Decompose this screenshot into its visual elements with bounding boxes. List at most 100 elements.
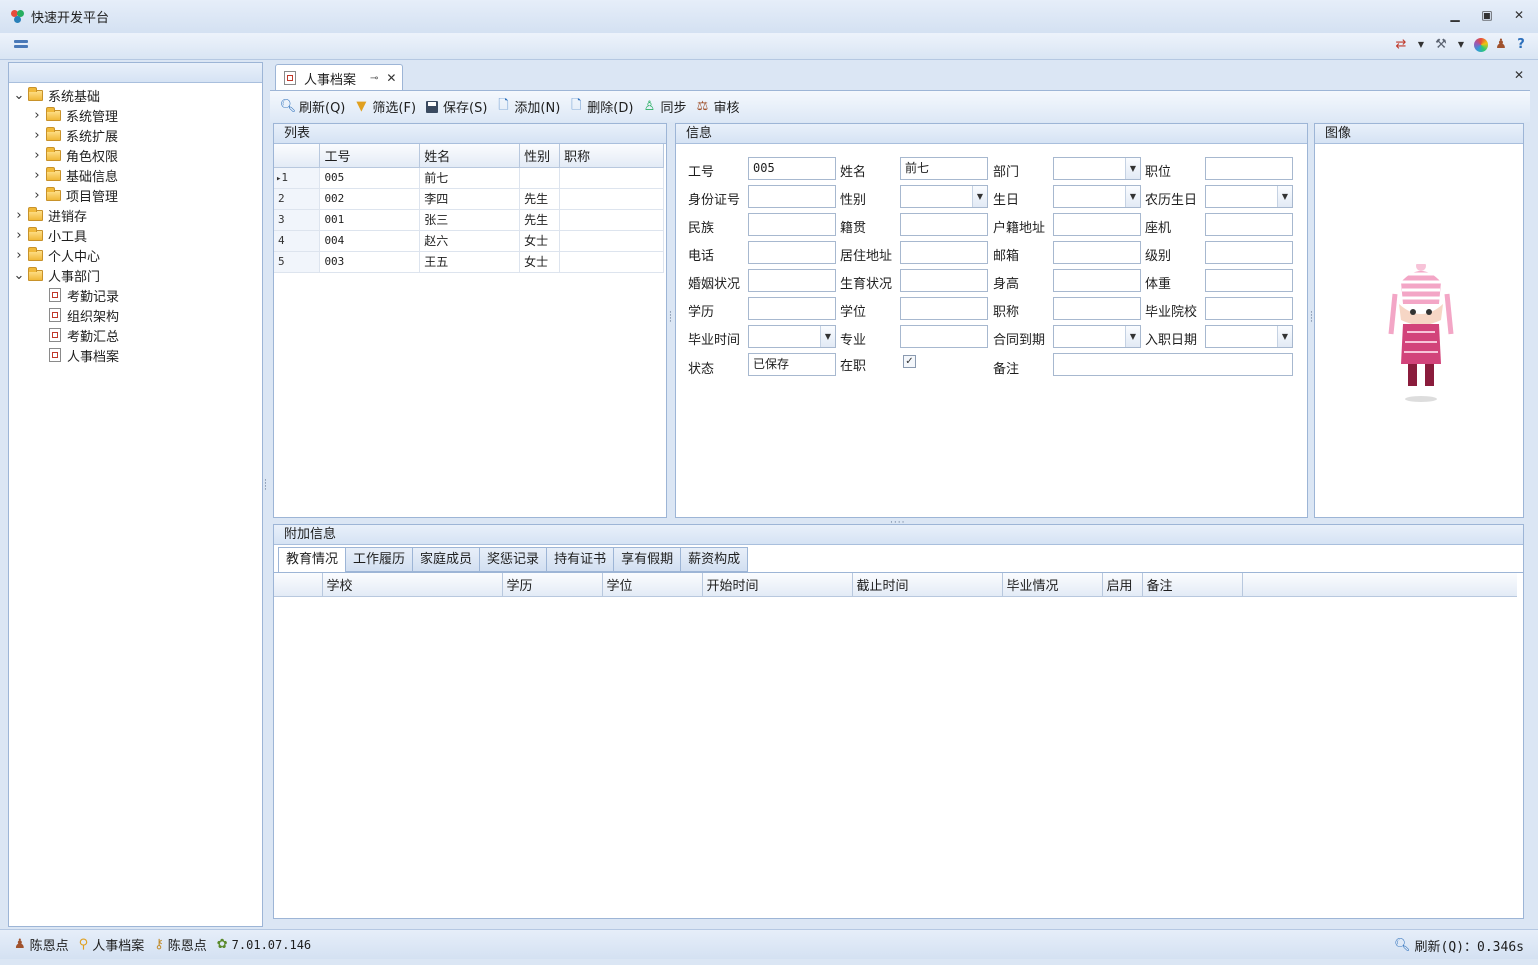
chevron-down-icon[interactable]: ▼ xyxy=(1125,158,1140,179)
list-splitter[interactable]: · · · · xyxy=(669,309,672,327)
column-header[interactable]: 姓名 xyxy=(419,144,521,168)
sidebar-item[interactable]: › 小工具 xyxy=(9,225,262,245)
grad-time-combo[interactable]: ▼ xyxy=(748,325,836,348)
cell-name[interactable]: 王五 xyxy=(419,251,521,273)
cell-gender[interactable]: 女士 xyxy=(519,251,561,273)
cell-id[interactable]: 005 xyxy=(319,167,421,189)
help-icon[interactable]: ? xyxy=(1514,37,1528,52)
tab-extra[interactable]: 工作履历 xyxy=(346,547,414,572)
marital-field[interactable] xyxy=(748,269,836,292)
info-splitter[interactable]: · · · · xyxy=(1310,309,1313,327)
position-field[interactable] xyxy=(1205,157,1293,180)
close-window-button[interactable]: ✕ xyxy=(1510,8,1528,22)
cell-gender[interactable]: 先生 xyxy=(519,188,561,210)
close-tab-icon[interactable]: ✕ xyxy=(386,71,396,85)
column-header[interactable]: 备注 xyxy=(1142,573,1243,597)
minimize-button[interactable]: ▁ xyxy=(1446,8,1464,22)
save-button[interactable]: 保存(S) xyxy=(422,95,493,119)
sidebar-item[interactable]: › 系统扩展 xyxy=(9,125,262,145)
chevron-down-icon[interactable]: ⌄ xyxy=(13,88,25,103)
sidebar-splitter[interactable]: · · · · xyxy=(264,477,267,495)
school-field[interactable] xyxy=(1205,297,1293,320)
sidebar-item[interactable]: ⌄ 系统基础 xyxy=(9,85,262,105)
chevron-down-icon[interactable]: ▼ xyxy=(1125,326,1140,347)
row-number[interactable]: 4 xyxy=(274,230,321,252)
sidebar-item[interactable]: 考勤汇总 xyxy=(9,325,262,345)
lunar-birthday-combo[interactable]: ▼ xyxy=(1205,185,1293,208)
column-header[interactable]: 性别 xyxy=(519,144,561,168)
sidebar-item[interactable]: › 进销存 xyxy=(9,205,262,225)
gender-combo[interactable]: ▼ xyxy=(900,185,988,208)
sync-button[interactable]: ♙ 同步 xyxy=(639,95,692,119)
tab-extra[interactable]: 持有证书 xyxy=(547,547,615,572)
cell-title[interactable] xyxy=(559,167,664,189)
column-header[interactable]: 开始时间 xyxy=(702,573,853,597)
height-field[interactable] xyxy=(1053,269,1141,292)
chevron-right-icon[interactable]: › xyxy=(31,188,43,203)
chevron-down-icon[interactable]: ▼ xyxy=(1125,186,1140,207)
sidebar-item[interactable]: › 项目管理 xyxy=(9,185,262,205)
phone-field[interactable] xyxy=(748,241,836,264)
cell-id[interactable]: 002 xyxy=(319,188,421,210)
native-place-field[interactable] xyxy=(900,213,988,236)
cell-gender[interactable]: 先生 xyxy=(519,209,561,231)
column-header[interactable]: 毕业情况 xyxy=(1002,573,1103,597)
column-header[interactable]: 学位 xyxy=(602,573,703,597)
column-header[interactable]: 工号 xyxy=(319,144,421,168)
column-header[interactable]: 学校 xyxy=(322,573,503,597)
ethnicity-field[interactable] xyxy=(748,213,836,236)
table-row[interactable]: 4 004 赵六 女士 xyxy=(274,230,664,252)
weight-field[interactable] xyxy=(1205,269,1293,292)
sidebar-item[interactable]: 人事档案 xyxy=(9,345,262,365)
table-row[interactable]: ▸1 005 前七 xyxy=(274,167,664,189)
users-icon[interactable]: ♟ xyxy=(1494,37,1508,52)
pin-icon[interactable]: ⊸ xyxy=(370,73,378,84)
chevron-right-icon[interactable]: › xyxy=(31,108,43,123)
degree-field[interactable] xyxy=(900,297,988,320)
cell-title[interactable] xyxy=(559,209,664,231)
table-row[interactable]: 5 003 王五 女士 xyxy=(274,251,664,273)
cell-name[interactable]: 赵六 xyxy=(419,230,521,252)
sidebar-item[interactable]: › 个人中心 xyxy=(9,245,262,265)
tab-extra[interactable]: 奖惩记录 xyxy=(480,547,548,572)
remarks-field[interactable] xyxy=(1053,353,1293,376)
sidebar-item[interactable]: › 基础信息 xyxy=(9,165,262,185)
chevron-down-icon[interactable]: ▼ xyxy=(1277,186,1292,207)
chevron-down-icon[interactable]: ▼ xyxy=(1277,326,1292,347)
row-number[interactable]: 3 xyxy=(274,209,321,231)
color-wheel-icon[interactable] xyxy=(1474,37,1488,52)
column-header[interactable]: 学历 xyxy=(502,573,603,597)
chevron-down-icon[interactable]: ▼ xyxy=(972,186,987,207)
fertility-field[interactable] xyxy=(900,269,988,292)
chevron-down-icon[interactable]: ▼ xyxy=(820,326,835,347)
cell-title[interactable] xyxy=(559,230,664,252)
tools-icon[interactable]: ⚒ xyxy=(1434,37,1448,52)
add-button[interactable]: 🗋 添加(N) xyxy=(493,95,566,119)
sidebar-item[interactable]: › 系统管理 xyxy=(9,105,262,125)
id-card-field[interactable] xyxy=(748,185,836,208)
cell-name[interactable]: 张三 xyxy=(419,209,521,231)
tab-personnel-file[interactable]: 人事档案 ⊸ ✕ xyxy=(275,64,403,91)
table-row[interactable]: 2 002 李四 先生 xyxy=(274,188,664,210)
column-header[interactable]: 截止时间 xyxy=(852,573,1003,597)
chevron-right-icon[interactable]: › xyxy=(13,248,25,263)
audit-button[interactable]: ⚖ 审核 xyxy=(692,95,745,119)
chevron-right-icon[interactable]: › xyxy=(31,148,43,163)
tab-extra[interactable]: 享有假期 xyxy=(614,547,682,572)
column-header[interactable]: 职称 xyxy=(559,144,664,168)
cell-id[interactable]: 004 xyxy=(319,230,421,252)
cell-id[interactable]: 003 xyxy=(319,251,421,273)
dept-combo[interactable]: ▼ xyxy=(1053,157,1141,180)
household-addr-field[interactable] xyxy=(1053,213,1141,236)
chevron-down-icon[interactable]: ▼ xyxy=(1454,40,1468,49)
emp-id-field[interactable]: 005 xyxy=(748,157,836,180)
name-field[interactable]: 前七 xyxy=(900,157,988,180)
maximize-button[interactable]: ▣ xyxy=(1478,8,1496,22)
sidebar-item[interactable]: 考勤记录 xyxy=(9,285,262,305)
birthday-combo[interactable]: ▼ xyxy=(1053,185,1141,208)
chevron-down-icon[interactable]: ⌄ xyxy=(13,268,25,283)
cell-title[interactable] xyxy=(559,251,664,273)
cell-gender[interactable] xyxy=(519,167,561,189)
cell-name[interactable]: 李四 xyxy=(419,188,521,210)
contract-expiry-combo[interactable]: ▼ xyxy=(1053,325,1141,348)
